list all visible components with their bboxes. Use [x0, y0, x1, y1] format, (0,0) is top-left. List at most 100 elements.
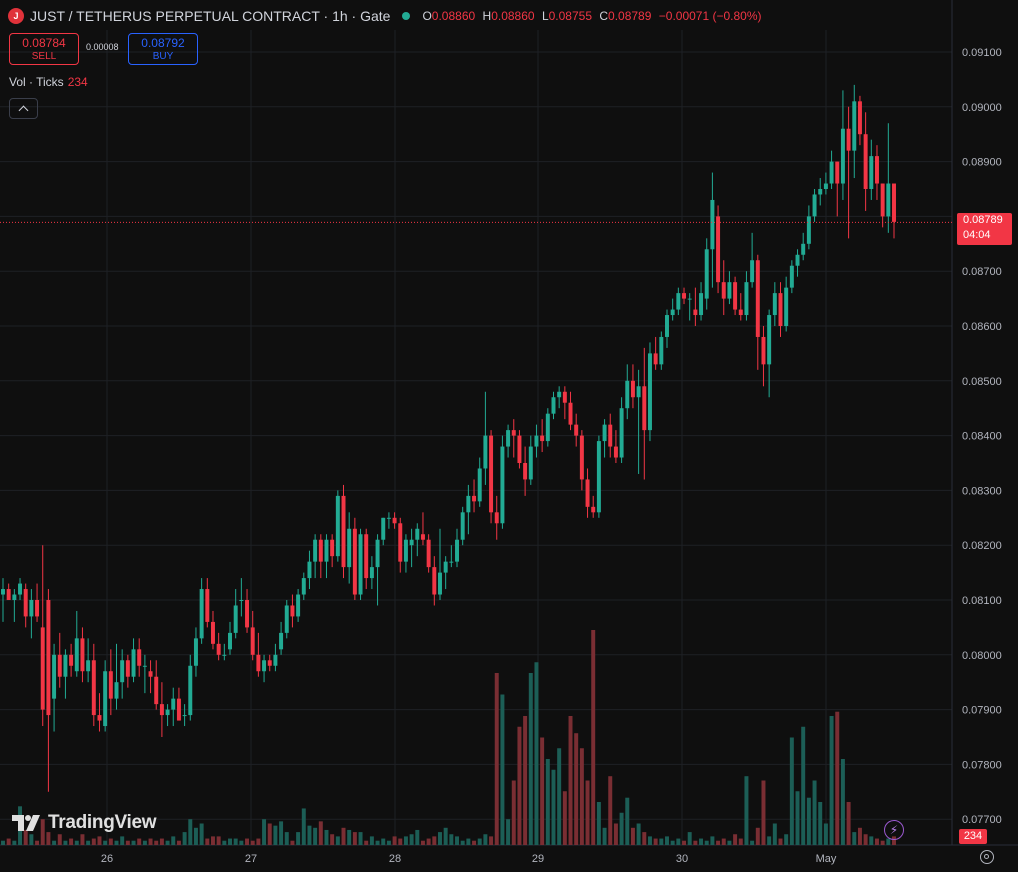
candle-body — [455, 539, 459, 562]
volume-bar — [91, 838, 96, 845]
volume-bar — [511, 780, 516, 845]
x-tick-label: 30 — [676, 853, 688, 865]
tradingview-watermark: TradingView — [12, 812, 157, 834]
candle-body — [318, 539, 323, 562]
volume-bar — [483, 834, 488, 845]
candle-body — [239, 600, 244, 601]
volume-bar — [239, 840, 244, 845]
symbol-title[interactable]: JUST / TETHERUS PERPETUAL CONTRACT · 1h … — [30, 8, 390, 24]
candle-body — [347, 528, 352, 568]
candle-body — [721, 282, 726, 299]
volume-bar — [534, 662, 539, 845]
volume-bar — [386, 840, 391, 845]
volume-bar — [874, 838, 879, 845]
candle-body — [625, 380, 630, 409]
y-tick-label: 0.07800 — [962, 759, 1002, 771]
volume-bar — [301, 808, 306, 845]
candle-body — [636, 386, 641, 398]
candle-body — [97, 715, 102, 721]
volume-bar — [596, 802, 601, 845]
candle-body — [330, 539, 335, 557]
volume-bar — [608, 776, 613, 845]
volume-bar — [744, 776, 749, 845]
collapse-chevron-icon[interactable] — [9, 98, 38, 119]
volume-bar — [619, 812, 624, 845]
candle-body — [857, 101, 862, 135]
candle-body — [789, 265, 794, 288]
candle-body — [812, 194, 817, 217]
candle-body — [91, 660, 96, 716]
candle-body — [131, 649, 136, 677]
x-tick-label: May — [816, 853, 837, 865]
candle-body — [398, 523, 403, 562]
volume-bar — [585, 780, 590, 845]
candle-body — [835, 161, 840, 184]
candle-body — [670, 309, 675, 316]
sell-button[interactable]: 0.08784 SELL — [9, 33, 79, 65]
candle-body — [801, 243, 806, 255]
candle-body — [613, 446, 618, 458]
candle-body — [534, 435, 539, 447]
candle-body — [176, 698, 181, 721]
volume-bar — [222, 840, 227, 845]
volume-bar — [352, 832, 357, 845]
candle-body — [228, 632, 232, 650]
volume-bar — [517, 726, 522, 845]
volume-bar — [721, 838, 726, 845]
candle-body — [80, 638, 85, 672]
volume-bar — [35, 840, 40, 845]
candle-body — [1, 589, 5, 595]
candle-body — [250, 627, 255, 655]
volume-bar — [665, 836, 669, 845]
volume-bar — [284, 832, 289, 845]
buy-button[interactable]: 0.08792 BUY — [128, 33, 198, 65]
volume-bar — [63, 840, 68, 845]
volume-bar — [148, 838, 153, 845]
volume-bar — [528, 673, 533, 845]
candle-body — [829, 161, 834, 184]
candlestick-chart[interactable]: 0.091000.090000.089000.088000.087000.086… — [0, 0, 1018, 872]
candle-body — [818, 189, 823, 195]
y-tick-label: 0.08400 — [962, 431, 1002, 443]
volume-bar — [216, 836, 221, 845]
volume-bar — [869, 836, 874, 845]
candle-body — [40, 627, 45, 710]
candle-body — [642, 386, 647, 431]
volume-bar — [182, 832, 187, 845]
candle-body — [415, 528, 420, 540]
candle-body — [460, 512, 465, 540]
settings-gear-icon[interactable] — [980, 850, 994, 864]
candle-body — [869, 156, 874, 189]
candle-body — [392, 517, 397, 524]
volume-bar — [772, 823, 777, 845]
volume-bar — [472, 840, 477, 845]
candle-body — [653, 353, 658, 365]
volume-bar — [438, 832, 442, 845]
volume-bar — [318, 821, 323, 845]
bolt-icon[interactable]: ⚡ — [884, 820, 904, 840]
volume-bar — [710, 836, 715, 845]
candle-body — [313, 539, 318, 562]
volume-bar — [812, 780, 817, 845]
volume-bar — [693, 840, 698, 845]
volume-bar — [369, 836, 374, 845]
volume-bar — [494, 673, 499, 845]
y-tick-label: 0.07900 — [962, 705, 1002, 717]
volume-legend[interactable]: Vol · Ticks 234 — [9, 75, 88, 89]
candle-body — [159, 704, 164, 716]
candle-body — [528, 446, 533, 480]
volume-bar — [489, 836, 494, 845]
candle-body — [205, 589, 210, 622]
volume-bar — [409, 834, 414, 845]
candle-body — [738, 309, 743, 316]
volume-bar — [591, 630, 596, 845]
candle-body — [301, 578, 306, 595]
candle-body — [12, 594, 17, 600]
volume-bar — [392, 836, 397, 845]
volume-bar — [290, 840, 295, 845]
volume-bar — [245, 838, 250, 845]
candle-body — [279, 632, 284, 650]
volume-bar — [171, 836, 176, 845]
volume-bar — [131, 840, 136, 845]
candle-body — [608, 424, 613, 447]
